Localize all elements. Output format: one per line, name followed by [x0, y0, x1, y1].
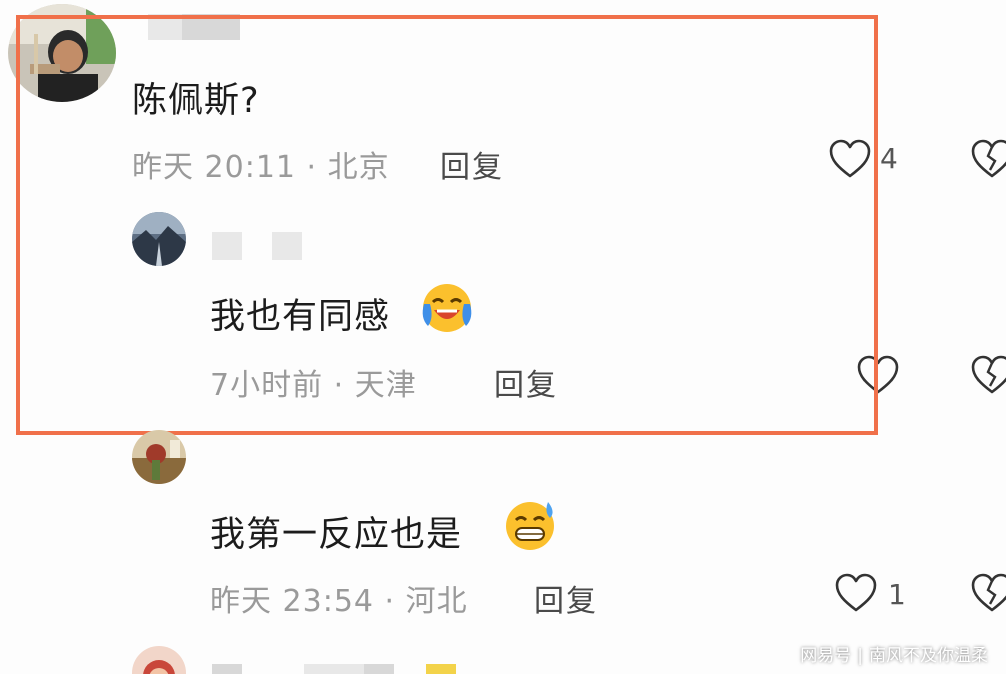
heart-outline-icon[interactable] — [834, 572, 878, 614]
avatar[interactable] — [132, 430, 186, 484]
broken-heart-icon[interactable] — [970, 138, 1006, 180]
comment-meta: 昨天 23:54 · 河北 — [210, 576, 468, 620]
broken-heart-icon[interactable] — [970, 572, 1006, 614]
avatar-image — [132, 646, 186, 674]
comment-text: 我第一反应也是 — [210, 515, 463, 555]
username-masked — [304, 664, 334, 674]
avatar-image — [132, 430, 186, 484]
like-count: 4 — [880, 142, 898, 175]
grinning-sweat-emoji — [502, 498, 558, 552]
watermark-separator: | — [857, 646, 863, 666]
avatar[interactable] — [132, 646, 186, 674]
reply-button[interactable]: 回复 — [534, 576, 598, 620]
comment-thread: 陈佩斯? 昨天 20:11 · 北京 回复 4 我也有同感 7小时前 · 天津 … — [0, 0, 1006, 674]
comment-location: 河北 — [405, 584, 468, 619]
username-masked — [426, 664, 456, 674]
username-masked — [364, 664, 394, 674]
broken-heart-icon[interactable] — [970, 354, 1006, 396]
comment-time: 昨天 23:54 — [210, 584, 374, 619]
username-masked — [212, 664, 242, 674]
highlight-box — [16, 15, 878, 435]
watermark: 网易号 | 南风不及你温柔 — [800, 641, 988, 666]
meta-separator: · — [374, 584, 406, 619]
like-count: 1 — [888, 578, 906, 611]
username-masked — [334, 664, 364, 674]
watermark-brand: 网易号 — [800, 646, 852, 666]
watermark-author: 南风不及你温柔 — [869, 646, 988, 666]
